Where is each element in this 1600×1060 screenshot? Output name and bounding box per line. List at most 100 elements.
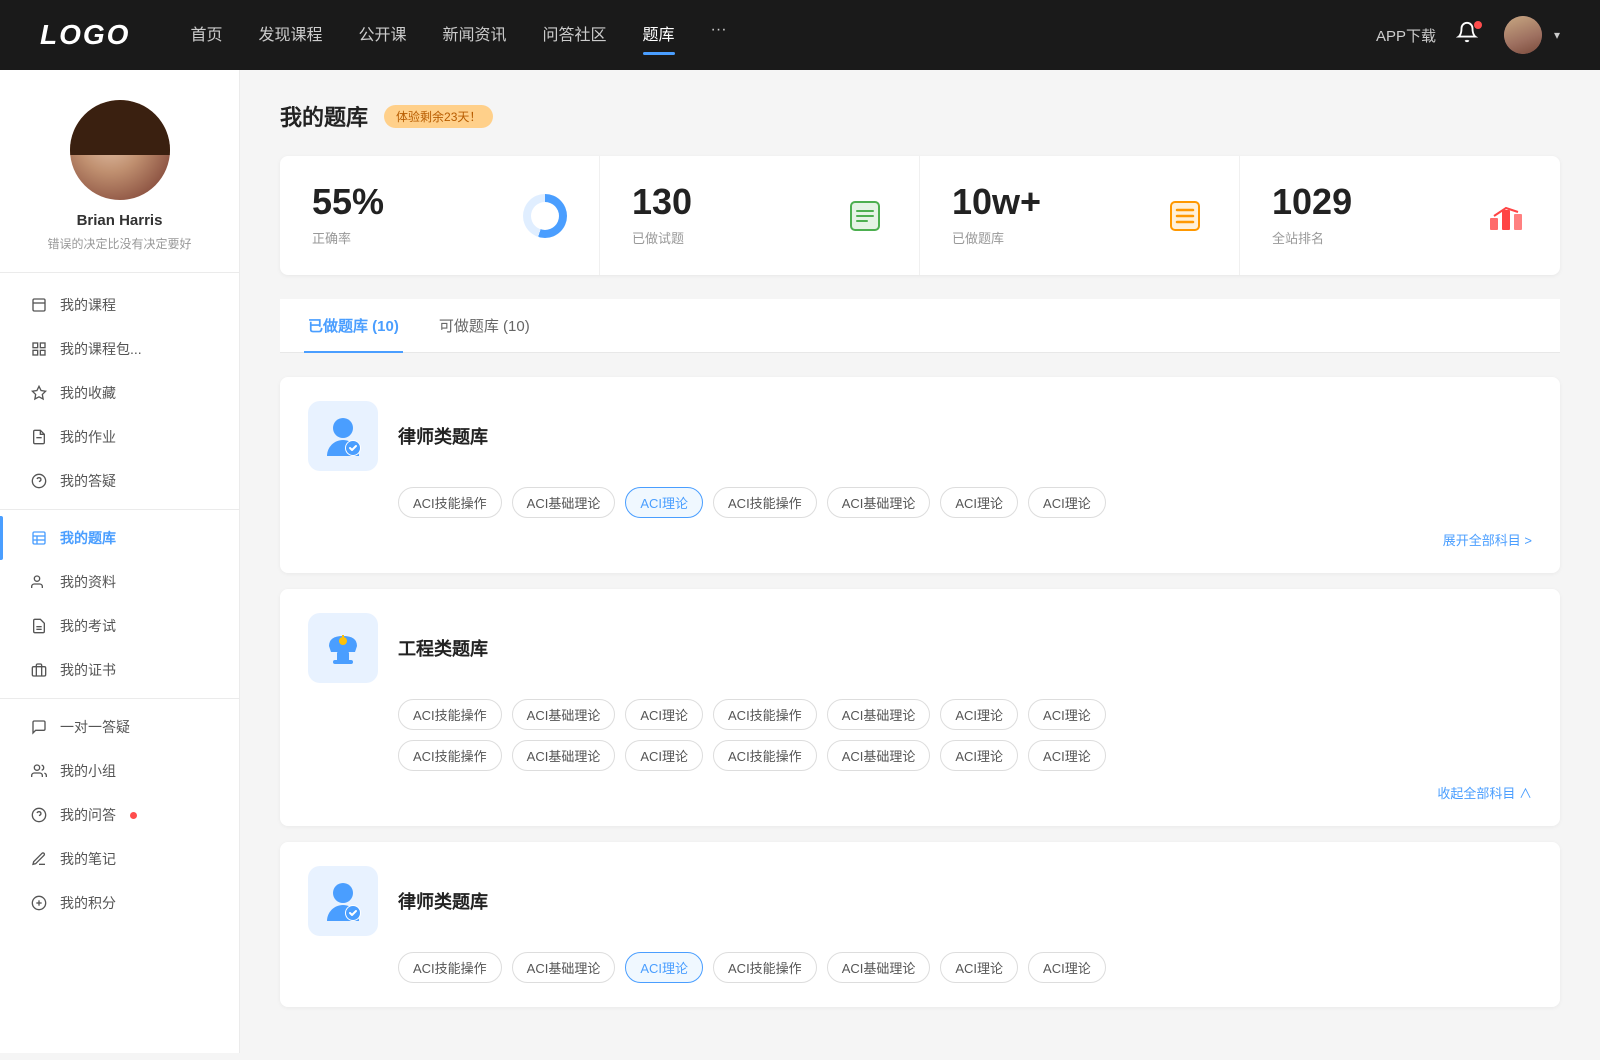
sidebar-item-my-packages[interactable]: 我的课程包... bbox=[0, 327, 239, 371]
tab-done-banks[interactable]: 已做题库 (10) bbox=[304, 299, 403, 352]
qbank-icon bbox=[30, 529, 48, 547]
stat-accuracy-text: 55% 正确率 bbox=[312, 184, 507, 247]
nav-qa[interactable]: 问答社区 bbox=[543, 21, 607, 49]
qbank-card-lawyer1: 律师类题库 ACI技能操作 ACI基础理论 ACI理论 ACI技能操作 ACI基… bbox=[280, 377, 1560, 573]
user-dropdown-arrow[interactable]: ▾ bbox=[1554, 28, 1560, 42]
tag-eng1-r2-5[interactable]: ACI理论 bbox=[940, 740, 1018, 771]
qbank-header-lawyer1: 律师类题库 bbox=[308, 401, 1532, 471]
sidebar-menu: 我的课程 我的课程包... 我的收藏 我的作业 bbox=[0, 273, 239, 935]
nav-discover[interactable]: 发现课程 bbox=[258, 21, 322, 49]
stat-accuracy: 55% 正确率 bbox=[280, 156, 600, 275]
logo[interactable]: LOGO bbox=[40, 19, 130, 51]
sidebar-item-my-homework[interactable]: 我的作业 bbox=[0, 415, 239, 459]
nav-news[interactable]: 新闻资讯 bbox=[443, 21, 507, 49]
nav-open-course[interactable]: 公开课 bbox=[358, 21, 406, 49]
tag-lawyer2-5[interactable]: ACI理论 bbox=[940, 952, 1018, 983]
sidebar-item-my-questions[interactable]: 我的答疑 bbox=[0, 459, 239, 503]
sidebar-item-my-exam[interactable]: 我的考试 bbox=[0, 604, 239, 648]
collapse-link-engineer1[interactable]: 收起全部科目 ∧ bbox=[1437, 783, 1532, 802]
tag-eng1-r2-2[interactable]: ACI理论 bbox=[625, 740, 703, 771]
app-download-button[interactable]: APP下载 bbox=[1376, 25, 1436, 46]
nav-right: APP下载 ▾ bbox=[1376, 16, 1560, 54]
pie-chart-icon bbox=[523, 194, 567, 238]
notification-dot bbox=[1474, 21, 1482, 29]
sidebar-item-my-qbank[interactable]: 我的题库 bbox=[0, 516, 239, 560]
tab-available-banks[interactable]: 可做题库 (10) bbox=[435, 299, 534, 352]
sidebar: Brian Harris 错误的决定比没有决定要好 我的课程 我的课程包... bbox=[0, 70, 240, 1053]
expand-link-lawyer1[interactable]: 展开全部科目 > bbox=[1443, 530, 1532, 549]
avatar-image bbox=[70, 100, 170, 200]
qbank-tags-lawyer2: ACI技能操作 ACI基础理论 ACI理论 ACI技能操作 ACI基础理论 AC… bbox=[308, 952, 1532, 983]
tag-lawyer1-4[interactable]: ACI基础理论 bbox=[827, 487, 931, 518]
doc-chart-icon bbox=[843, 194, 887, 238]
qbank-icon-lawyer2 bbox=[308, 866, 378, 936]
navbar: LOGO 首页 发现课程 公开课 新闻资讯 问答社区 题库 ··· APP下载 … bbox=[0, 0, 1600, 70]
profile-name: Brian Harris bbox=[77, 212, 163, 229]
data-icon bbox=[30, 573, 48, 591]
sidebar-item-my-points[interactable]: 我的积分 bbox=[0, 881, 239, 925]
page-title: 我的题库 bbox=[280, 100, 368, 132]
qbank-title-lawyer1: 律师类题库 bbox=[398, 423, 488, 449]
tag-eng1-r2-1[interactable]: ACI基础理论 bbox=[512, 740, 616, 771]
tag-eng1-r1-4[interactable]: ACI基础理论 bbox=[827, 699, 931, 730]
course-icon bbox=[30, 296, 48, 314]
tag-eng1-r1-5[interactable]: ACI理论 bbox=[940, 699, 1018, 730]
tag-eng1-r2-4[interactable]: ACI基础理论 bbox=[827, 740, 931, 771]
tag-eng1-r1-6[interactable]: ACI理论 bbox=[1028, 699, 1106, 730]
tag-lawyer2-1[interactable]: ACI基础理论 bbox=[512, 952, 616, 983]
sidebar-item-my-cert[interactable]: 我的证书 bbox=[0, 648, 239, 692]
sidebar-item-my-data[interactable]: 我的资料 bbox=[0, 560, 239, 604]
sidebar-item-my-group[interactable]: 我的小组 bbox=[0, 749, 239, 793]
tag-lawyer2-2[interactable]: ACI理论 bbox=[625, 952, 703, 983]
nav-more[interactable]: ··· bbox=[711, 21, 727, 49]
nav-links: 首页 发现课程 公开课 新闻资讯 问答社区 题库 ··· bbox=[190, 21, 1376, 49]
user-avatar[interactable] bbox=[1504, 16, 1542, 54]
sidebar-item-my-notes[interactable]: 我的笔记 bbox=[0, 837, 239, 881]
stat-done-banks-value: 10w+ bbox=[952, 184, 1147, 220]
tag-lawyer2-4[interactable]: ACI基础理论 bbox=[827, 952, 931, 983]
stat-ranking: 1029 全站排名 bbox=[1240, 156, 1560, 275]
avatar[interactable] bbox=[70, 100, 170, 200]
stat-done-questions-value: 130 bbox=[632, 184, 827, 220]
answers-icon bbox=[30, 806, 48, 824]
tag-lawyer1-3[interactable]: ACI技能操作 bbox=[713, 487, 817, 518]
package-icon bbox=[30, 340, 48, 358]
sidebar-item-one-on-one[interactable]: 一对一答疑 bbox=[0, 705, 239, 749]
tag-eng1-r1-2[interactable]: ACI理论 bbox=[625, 699, 703, 730]
list-chart-icon bbox=[1163, 194, 1207, 238]
sidebar-divider-2 bbox=[0, 698, 239, 699]
tag-eng1-r2-6[interactable]: ACI理论 bbox=[1028, 740, 1106, 771]
tag-eng1-r1-3[interactable]: ACI技能操作 bbox=[713, 699, 817, 730]
pie-chart bbox=[523, 194, 567, 238]
tag-eng1-r2-3[interactable]: ACI技能操作 bbox=[713, 740, 817, 771]
notification-bell[interactable] bbox=[1456, 21, 1484, 49]
tag-lawyer2-3[interactable]: ACI技能操作 bbox=[713, 952, 817, 983]
ranking-chart-icon bbox=[1484, 194, 1528, 238]
tag-lawyer1-2[interactable]: ACI理论 bbox=[625, 487, 703, 518]
tag-lawyer1-5[interactable]: ACI理论 bbox=[940, 487, 1018, 518]
qbank-footer-lawyer1: 展开全部科目 > bbox=[308, 530, 1532, 549]
oneonone-icon bbox=[30, 718, 48, 736]
tag-eng1-r1-0[interactable]: ACI技能操作 bbox=[398, 699, 502, 730]
tag-lawyer1-1[interactable]: ACI基础理论 bbox=[512, 487, 616, 518]
nav-qbank[interactable]: 题库 bbox=[643, 21, 675, 49]
homework-icon bbox=[30, 428, 48, 446]
sidebar-item-my-favorites[interactable]: 我的收藏 bbox=[0, 371, 239, 415]
tag-lawyer1-6[interactable]: ACI理论 bbox=[1028, 487, 1106, 518]
stat-done-banks-text: 10w+ 已做题库 bbox=[952, 184, 1147, 247]
tag-lawyer2-6[interactable]: ACI理论 bbox=[1028, 952, 1106, 983]
tag-lawyer1-0[interactable]: ACI技能操作 bbox=[398, 487, 502, 518]
stat-ranking-label: 全站排名 bbox=[1272, 228, 1468, 247]
nav-home[interactable]: 首页 bbox=[190, 21, 222, 49]
qa-icon bbox=[30, 472, 48, 490]
stat-ranking-text: 1029 全站排名 bbox=[1272, 184, 1468, 247]
qbank-footer-engineer1: 收起全部科目 ∧ bbox=[308, 783, 1532, 802]
tag-eng1-r2-0[interactable]: ACI技能操作 bbox=[398, 740, 502, 771]
sidebar-item-my-answers[interactable]: 我的问答 bbox=[0, 793, 239, 837]
cert-icon bbox=[30, 661, 48, 679]
stat-done-banks: 10w+ 已做题库 bbox=[920, 156, 1240, 275]
sidebar-item-my-courses[interactable]: 我的课程 bbox=[0, 283, 239, 327]
qbank-tags-engineer1-row1: ACI技能操作 ACI基础理论 ACI理论 ACI技能操作 ACI基础理论 AC… bbox=[308, 699, 1532, 730]
tag-lawyer2-0[interactable]: ACI技能操作 bbox=[398, 952, 502, 983]
tag-eng1-r1-1[interactable]: ACI基础理论 bbox=[512, 699, 616, 730]
